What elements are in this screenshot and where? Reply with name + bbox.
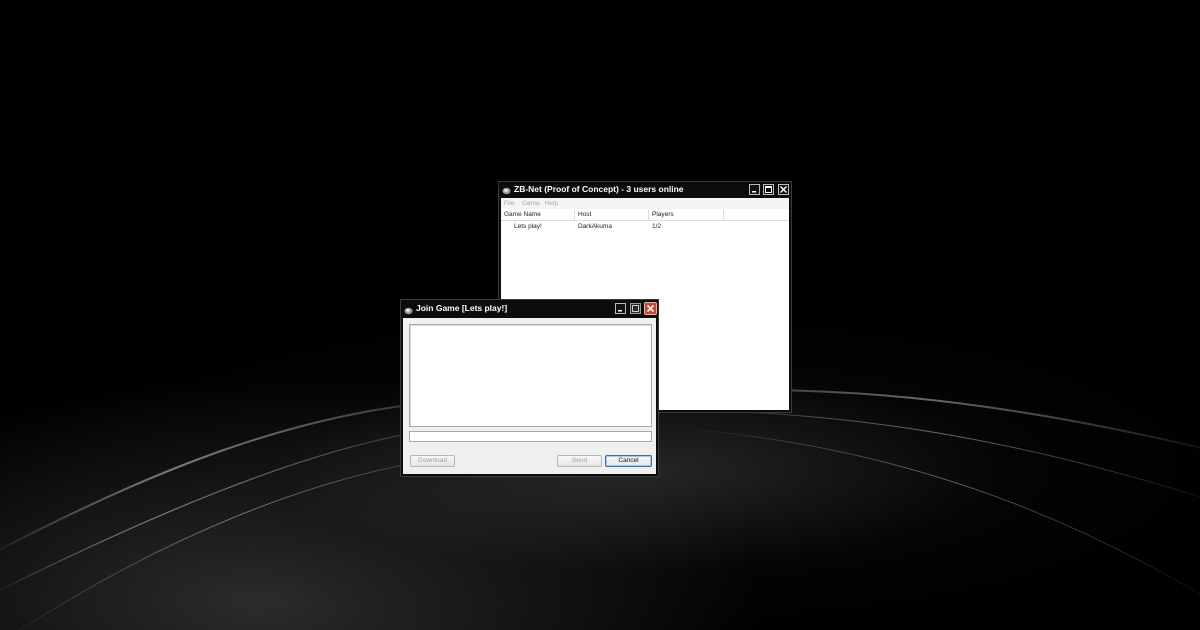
close-icon xyxy=(646,304,655,313)
row-game-name: Lets play! xyxy=(514,223,542,230)
maximize-button[interactable] xyxy=(763,184,774,195)
close-icon xyxy=(780,186,787,193)
menu-help[interactable]: Help xyxy=(545,198,558,209)
maximize-icon xyxy=(765,186,772,193)
join-dialog-client: Download Send Cancel xyxy=(403,318,656,474)
menu-file[interactable]: File xyxy=(504,198,514,209)
join-minimize-button[interactable] xyxy=(615,303,626,314)
chat-log[interactable] xyxy=(409,324,652,427)
send-button[interactable]: Send xyxy=(557,455,602,467)
menu-game[interactable]: Game xyxy=(522,198,540,209)
close-button[interactable] xyxy=(778,184,789,195)
minimize-button[interactable] xyxy=(749,184,760,195)
minimize-icon xyxy=(618,310,622,312)
join-dialog-titlebar[interactable]: Join Game [Lets play!] xyxy=(401,300,658,317)
main-window-titlebar[interactable]: ZB-Net (Proof of Concept) - 3 users onli… xyxy=(499,182,791,197)
minimize-icon xyxy=(752,191,756,193)
main-window-title: ZB-Net (Proof of Concept) - 3 users onli… xyxy=(514,184,684,194)
row-host: DarkAkuma xyxy=(578,223,612,230)
table-row[interactable]: Lets play! DarkAkuma 1/2 xyxy=(501,222,789,232)
games-list-header: Game Name Host Players xyxy=(501,210,789,221)
join-close-button[interactable] xyxy=(644,302,657,315)
cancel-button[interactable]: Cancel xyxy=(605,455,652,467)
column-header-host[interactable]: Host xyxy=(575,210,649,220)
menu-bar: File Game Help xyxy=(501,198,789,209)
join-maximize-button[interactable] xyxy=(630,303,641,314)
column-header-game-name[interactable]: Game Name xyxy=(501,210,575,220)
download-button[interactable]: Download xyxy=(410,455,455,467)
zb-net-app-icon xyxy=(404,304,413,315)
message-input[interactable] xyxy=(409,431,652,442)
maximize-icon xyxy=(632,305,639,312)
zb-net-app-icon xyxy=(502,185,511,195)
column-header-players[interactable]: Players xyxy=(649,210,724,220)
join-dialog-title: Join Game [Lets play!] xyxy=(416,303,508,313)
row-players: 1/2 xyxy=(652,223,662,230)
join-game-dialog: Join Game [Lets play!] Download Send Can… xyxy=(400,299,659,477)
